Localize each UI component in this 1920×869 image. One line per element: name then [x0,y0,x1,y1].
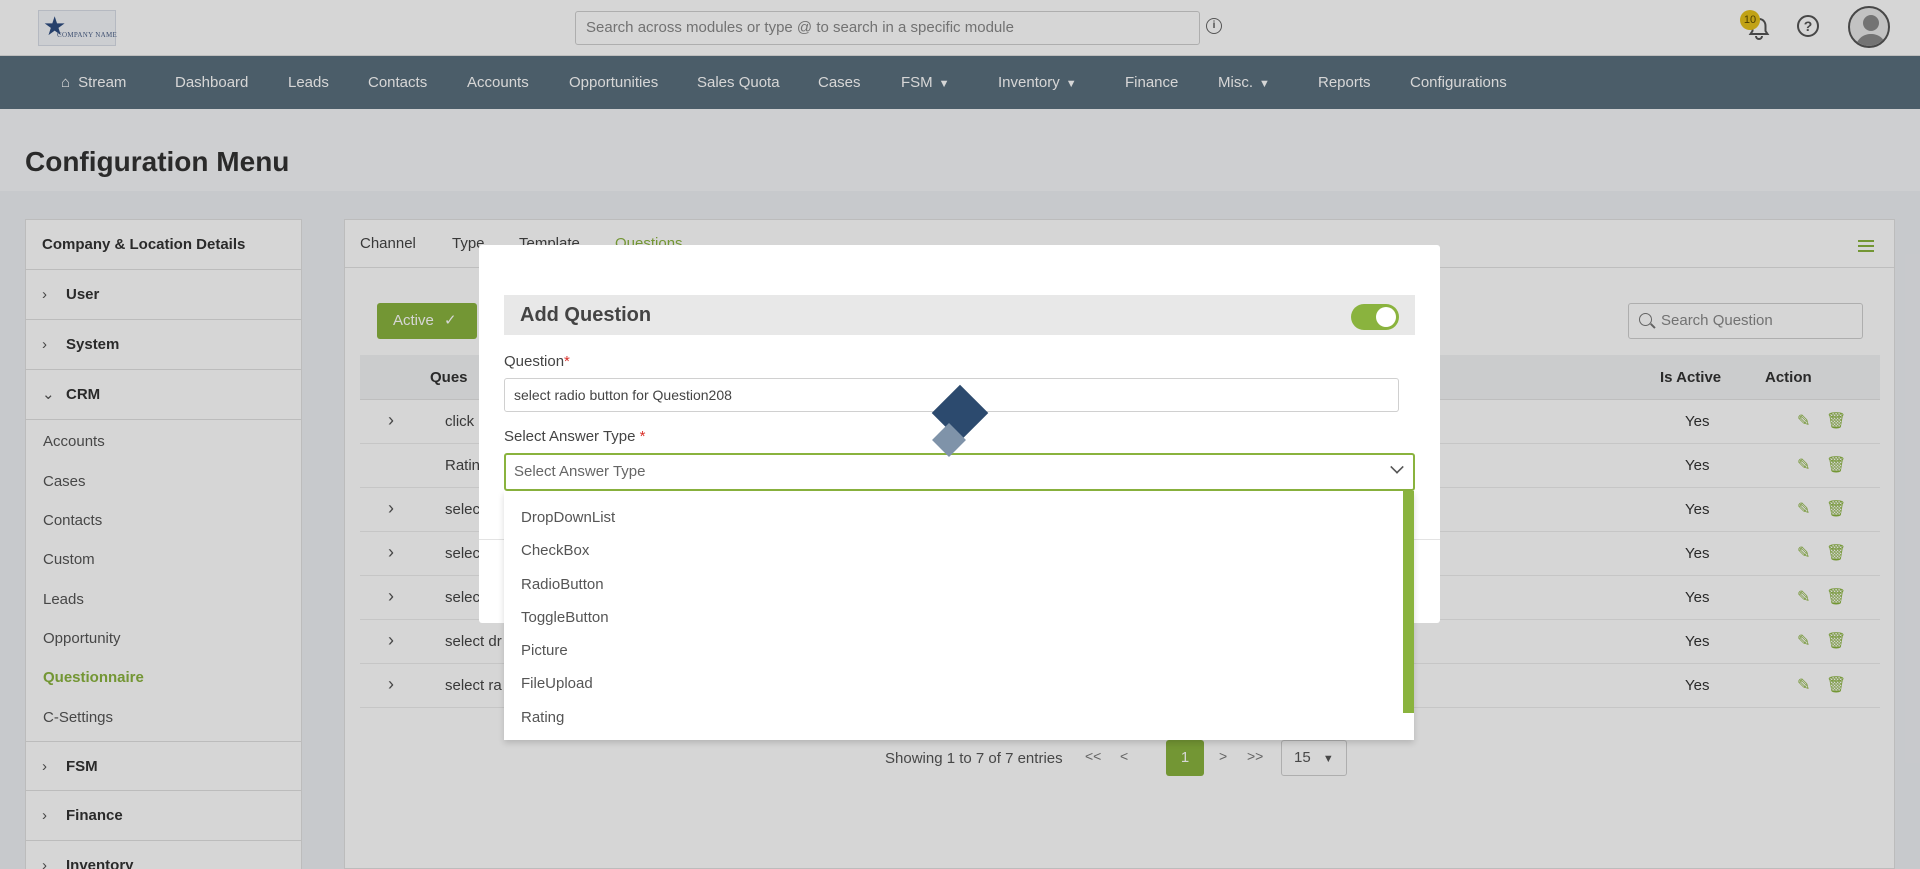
option-rating[interactable]: Rating [521,709,564,726]
option-dropdownlist[interactable]: DropDownList [521,509,615,526]
option-fileupload[interactable]: FileUpload [521,675,593,692]
dropdown-scrollbar[interactable] [1403,491,1414,713]
answer-type-placeholder: Select Answer Type [514,463,646,480]
option-picture[interactable]: Picture [521,642,568,659]
answer-type-label-text: Select Answer Type [504,428,640,445]
question-label-text: Question [504,353,565,370]
question-label: Question* [504,353,570,370]
option-checkbox[interactable]: CheckBox [521,542,589,559]
required-mark: * [639,428,646,445]
active-toggle[interactable] [1351,304,1399,330]
option-radiobutton[interactable]: RadioButton [521,576,604,593]
modal-title: Add Question [520,304,652,326]
chevron-down-icon [1390,460,1404,474]
answer-type-label: Select Answer Type * [504,428,645,445]
option-togglebutton[interactable]: ToggleButton [521,609,609,626]
answer-type-dropdown: DropDownList CheckBox RadioButton Toggle… [504,491,1414,740]
loading-spinner-icon [931,384,989,460]
required-mark: * [564,353,570,370]
modal-header: Add Question [504,295,1415,335]
